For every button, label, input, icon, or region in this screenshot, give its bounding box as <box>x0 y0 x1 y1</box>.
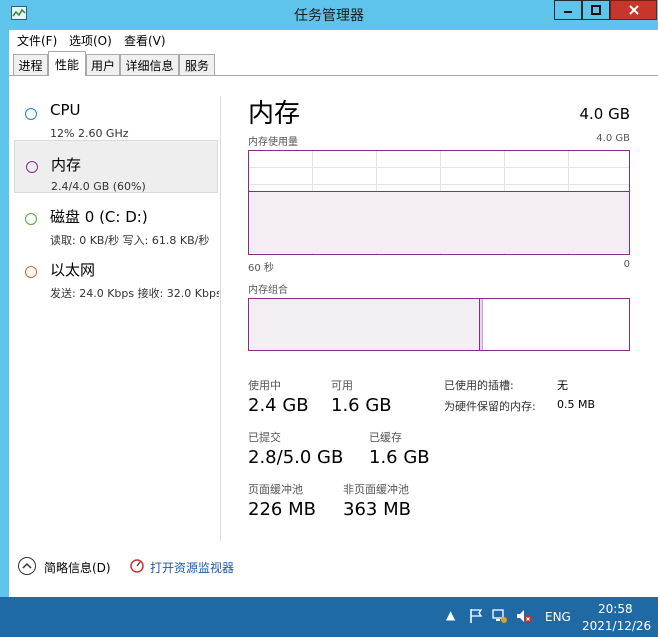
tab-users[interactable]: 用户 <box>86 54 120 75</box>
open-resource-monitor-link[interactable]: 打开资源监视器 <box>150 559 234 576</box>
menu-bar: 文件(F) 选项(O) 查看(V) <box>9 30 658 50</box>
input-language-indicator[interactable]: ENG <box>545 610 571 624</box>
resource-detail: 发送: 24.0 Kbps 接收: 32.0 Kbps <box>50 287 219 300</box>
paged-pool-label: 页面缓冲池 <box>248 483 303 496</box>
usage-graph-label: 内存使用量 <box>248 137 298 148</box>
footer: 简略信息(D) 打开资源监视器 <box>9 541 658 597</box>
composition-graph-label: 内存组合 <box>248 285 288 296</box>
memory-usage-line <box>249 191 629 192</box>
resource-name: 内存 <box>51 156 82 174</box>
maximize-button[interactable] <box>582 0 610 20</box>
resource-name: 以太网 <box>50 261 96 279</box>
resource-item-disk[interactable]: 磁盘 0 (C: D:) 读取: 0 KB/秒 写入: 61.8 KB/秒 <box>14 193 218 247</box>
memory-total: 4.0 GB <box>579 105 630 123</box>
nonpaged-pool-label: 非页面缓冲池 <box>343 483 409 496</box>
volume-muted-icon[interactable] <box>516 608 532 624</box>
available-label: 可用 <box>331 379 353 392</box>
resource-list: CPU 12% 2.60 GHz 内存 2.4/4.0 GB (60%) 磁盘 … <box>9 76 219 541</box>
graph-time-start: 60 秒 <box>248 263 274 274</box>
tab-strip: 进程 性能 用户 详细信息 服务 <box>9 50 658 76</box>
network-icon[interactable] <box>492 608 508 624</box>
available-value: 1.6 GB <box>331 395 392 416</box>
resource-item-ethernet[interactable]: 以太网 发送: 24.0 Kbps 接收: 32.0 Kbps <box>14 246 219 300</box>
flag-icon[interactable] <box>469 608 483 624</box>
committed-label: 已提交 <box>248 431 281 444</box>
fewer-details-button[interactable]: 简略信息(D) <box>44 559 111 576</box>
minimize-icon <box>564 11 572 13</box>
chevron-up-glyph <box>22 562 32 569</box>
memory-composition-graph <box>248 298 630 351</box>
page-title: 内存 <box>248 99 301 129</box>
menu-view[interactable]: 查看(V) <box>124 32 166 49</box>
slots-used-label: 已使用的插槽: <box>444 379 514 392</box>
tab-services[interactable]: 服务 <box>179 54 215 75</box>
resource-item-cpu[interactable]: CPU 12% 2.60 GHz <box>14 88 218 141</box>
in-use-value: 2.4 GB <box>248 395 309 416</box>
hardware-reserved-value: 0.5 MB <box>557 398 596 411</box>
usage-graph-max: 4.0 GB <box>596 133 630 144</box>
title-bar[interactable]: 任务管理器 <box>0 0 658 30</box>
cpu-indicator-icon <box>25 108 37 120</box>
menu-file[interactable]: 文件(F) <box>17 32 57 49</box>
resource-detail: 2.4/4.0 GB (60%) <box>51 180 146 193</box>
cached-label: 已缓存 <box>369 431 402 444</box>
graph-time-end: 0 <box>623 259 630 270</box>
chevron-up-icon[interactable] <box>18 557 36 575</box>
disk-indicator-icon <box>25 213 37 225</box>
memory-indicator-icon <box>26 161 38 173</box>
tab-performance[interactable]: 性能 <box>48 51 86 76</box>
resource-monitor-icon[interactable] <box>130 559 144 573</box>
panel-divider[interactable] <box>220 96 221 541</box>
committed-value: 2.8/5.0 GB <box>248 447 344 468</box>
taskbar: ▲ ENG 20:58 2021/12/26 <box>0 597 658 637</box>
slots-used-value: 无 <box>557 379 568 392</box>
memory-usage-graph <box>248 150 630 255</box>
close-icon <box>628 5 639 15</box>
window-left-border <box>0 76 9 597</box>
resource-name: 磁盘 0 (C: D:) <box>50 208 148 226</box>
paged-pool-value: 226 MB <box>248 499 316 520</box>
tab-details[interactable]: 详细信息 <box>120 54 179 75</box>
ethernet-indicator-icon <box>25 266 37 278</box>
composition-modified <box>480 299 483 350</box>
clock-time[interactable]: 20:58 <box>598 602 633 616</box>
task-manager-window: 任务管理器 文件(F) 选项(O) 查看(V) 进程 性能 用户 详细信息 服务… <box>0 0 658 597</box>
close-button[interactable] <box>610 0 657 20</box>
in-use-label: 使用中 <box>248 379 281 392</box>
resource-item-memory[interactable]: 内存 2.4/4.0 GB (60%) <box>14 140 218 193</box>
maximize-icon <box>591 5 601 15</box>
performance-content: CPU 12% 2.60 GHz 内存 2.4/4.0 GB (60%) 磁盘 … <box>9 76 658 597</box>
clock-date[interactable]: 2021/12/26 <box>582 619 651 633</box>
minimize-button[interactable] <box>554 0 582 20</box>
nonpaged-pool-value: 363 MB <box>343 499 411 520</box>
menu-options[interactable]: 选项(O) <box>69 32 112 49</box>
composition-in-use <box>249 299 480 350</box>
tab-processes[interactable]: 进程 <box>13 54 48 75</box>
show-hidden-icons-icon[interactable]: ▲ <box>446 608 455 622</box>
hardware-reserved-label: 为硬件保留的内存: <box>444 400 536 413</box>
resource-detail: 12% 2.60 GHz <box>50 127 129 140</box>
cached-value: 1.6 GB <box>369 447 430 468</box>
resource-name: CPU <box>50 101 81 119</box>
